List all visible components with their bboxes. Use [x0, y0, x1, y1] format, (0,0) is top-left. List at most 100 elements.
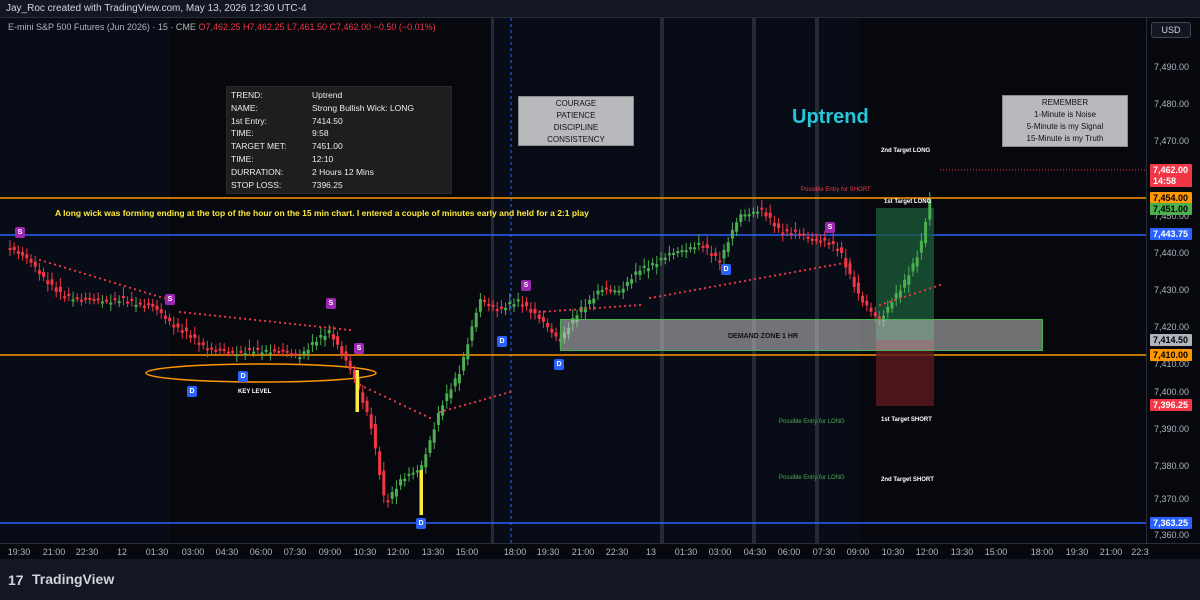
- candle-body: [693, 247, 697, 250]
- tradingview-logo-icon: 17: [8, 572, 24, 588]
- sar-dot: [213, 314, 217, 317]
- sar-dot: [183, 311, 187, 314]
- trade-info-row: NAME: Strong Bullish Wick: LONG: [231, 103, 449, 115]
- currency-button[interactable]: USD: [1151, 22, 1191, 38]
- signal-d-badge[interactable]: D: [497, 336, 507, 347]
- sar-dot: [248, 318, 252, 321]
- candle-body: [705, 244, 709, 249]
- sar-dot: [568, 308, 572, 311]
- candle-body: [302, 351, 306, 355]
- candle-body: [189, 335, 193, 338]
- candle-body: [432, 429, 436, 443]
- candle-body: [495, 309, 499, 312]
- signal-d-badge[interactable]: D: [187, 386, 197, 397]
- sar-dot: [428, 416, 432, 420]
- candle-body: [512, 304, 516, 307]
- candle-body: [210, 347, 214, 350]
- signal-d-badge[interactable]: D: [721, 264, 731, 275]
- candle-body: [134, 304, 138, 307]
- first-target-short-label: 1st Target SHORT: [881, 417, 932, 423]
- price-tick: 7,400.00: [1154, 387, 1190, 397]
- candle-body: [155, 305, 159, 310]
- candle-body: [516, 299, 520, 302]
- candle-body: [281, 349, 285, 352]
- signal-d-badge[interactable]: D: [554, 359, 564, 370]
- sar-dot: [778, 273, 782, 276]
- candle-body: [642, 265, 646, 268]
- sar-dot: [118, 283, 122, 286]
- candle-body: [466, 344, 470, 360]
- candle-body: [319, 335, 323, 338]
- sar-dot: [678, 291, 682, 294]
- candle-body: [764, 212, 768, 217]
- candle-body: [898, 290, 902, 298]
- trade-info-key: TREND:: [231, 90, 263, 100]
- candle-body: [201, 342, 205, 346]
- sar-dot: [218, 315, 222, 318]
- sar-dot: [733, 281, 737, 284]
- signal-s-badge[interactable]: S: [825, 222, 835, 233]
- time-tick: 07:30: [283, 547, 307, 557]
- time-tick: 15:00: [984, 547, 1008, 557]
- sar-dot: [188, 311, 192, 315]
- sar-dot: [253, 318, 257, 322]
- sar-dot: [813, 267, 817, 270]
- candle-body: [785, 229, 789, 232]
- candle-body: [25, 254, 29, 259]
- time-tick: 22:3: [1131, 547, 1149, 557]
- time-tick: 12:00: [386, 547, 410, 557]
- sar-dot: [633, 304, 637, 307]
- sar-dot: [418, 412, 422, 415]
- candle-body: [436, 412, 440, 425]
- signal-d-badge[interactable]: D: [238, 371, 248, 382]
- candle-body: [407, 473, 411, 476]
- signal-s-badge[interactable]: S: [15, 227, 25, 238]
- signal-s-badge[interactable]: S: [165, 294, 175, 305]
- candle-body: [714, 252, 718, 257]
- sar-dot: [783, 272, 787, 275]
- time-tick: 12: [116, 547, 128, 557]
- sar-dot: [348, 328, 352, 332]
- sar-dot: [318, 325, 322, 328]
- sar-dot: [108, 280, 112, 283]
- demand-zone[interactable]: DEMAND ZONE 1 HR: [560, 319, 1043, 351]
- trade-info-row: TREND: Uptrend: [231, 90, 449, 102]
- candle-body: [130, 298, 134, 301]
- candle-body: [226, 351, 230, 354]
- sar-dot: [553, 309, 557, 313]
- sar-dot: [233, 316, 237, 319]
- candle-body: [159, 309, 163, 314]
- candle-body: [117, 301, 121, 304]
- mindset-box-line: COURAGE: [555, 99, 597, 108]
- candle-body: [382, 470, 386, 496]
- price-label-7451: 7,451.00: [1150, 203, 1192, 215]
- candle-body: [911, 263, 915, 272]
- sar-dot: [38, 258, 42, 262]
- candle-body: [823, 237, 827, 241]
- signal-d-badge[interactable]: D: [416, 518, 426, 529]
- sar-dot: [583, 307, 587, 310]
- candle-body: [525, 301, 529, 307]
- candle-body: [756, 211, 760, 214]
- trade-info-value: 12:10: [312, 154, 334, 164]
- sar-dot: [378, 393, 382, 396]
- candle-body: [54, 287, 58, 292]
- price-label-7410: 7,410.00: [1150, 349, 1192, 361]
- session-separator: [660, 18, 664, 543]
- sar-dot: [608, 306, 612, 309]
- signal-s-badge[interactable]: S: [521, 280, 531, 291]
- signal-s-badge[interactable]: S: [326, 298, 336, 309]
- time-axis[interactable]: 19:30 21:00 22:30 12 01:30 03:00 04:30 06:00 07:…: [0, 543, 1200, 559]
- candle-body: [344, 351, 348, 361]
- candle-body: [520, 304, 524, 307]
- candle-body: [491, 304, 495, 307]
- sar-dot: [758, 277, 762, 280]
- symbol-legend[interactable]: E-mini S&P 500 Futures (Jun 2026) · 15 ·…: [8, 22, 436, 32]
- candle-body: [865, 300, 869, 306]
- creator-caption: Jay_Roc created with TradingView.com, Ma…: [6, 3, 307, 14]
- sar-dot: [453, 406, 457, 409]
- second-target-short-label: 2nd Target SHORT: [881, 477, 934, 483]
- sar-dot: [913, 292, 917, 295]
- signal-s-badge[interactable]: S: [354, 343, 364, 354]
- sar-dot: [598, 306, 602, 309]
